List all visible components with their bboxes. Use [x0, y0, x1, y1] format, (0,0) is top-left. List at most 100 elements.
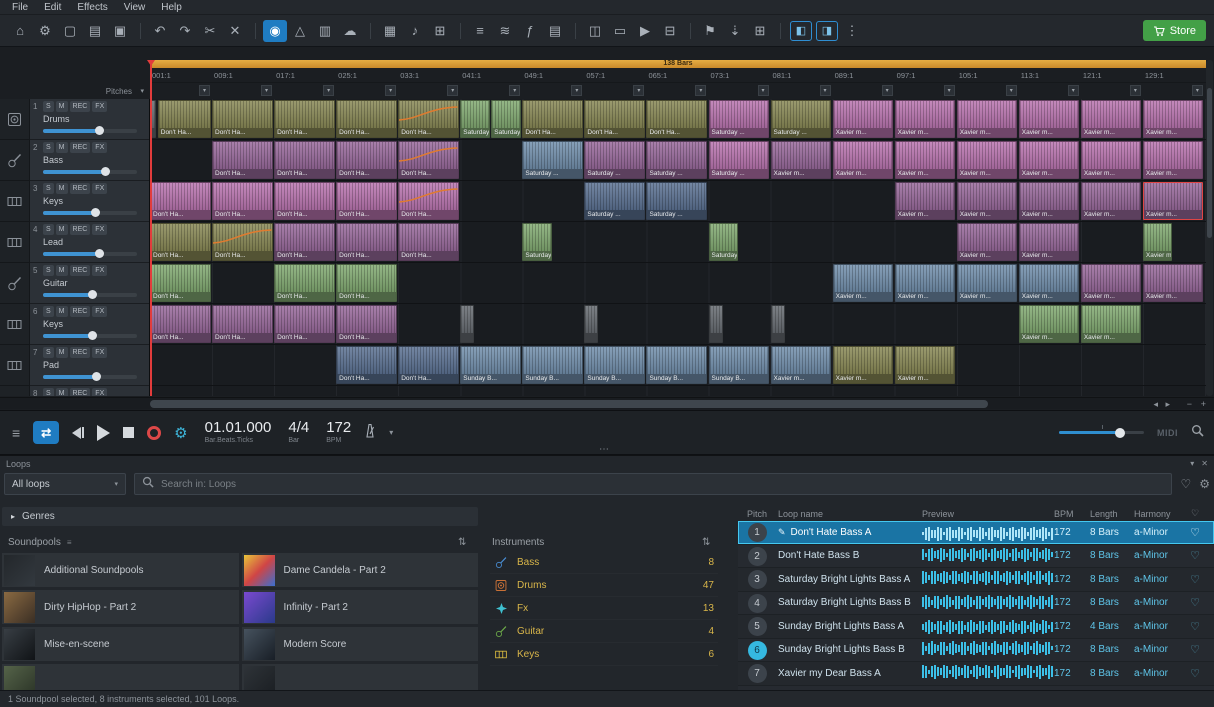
- timeline-lanes[interactable]: Don't Ha...Don't Ha...Don't Ha...Don't H…: [150, 99, 1206, 396]
- track-rec-button[interactable]: REC: [70, 265, 91, 276]
- volume-thumb[interactable]: [95, 249, 104, 258]
- redo-icon[interactable]: ↷: [173, 20, 197, 42]
- track-m-button[interactable]: M: [56, 101, 68, 112]
- track-volume-slider[interactable]: [43, 334, 137, 338]
- audio-clip[interactable]: Don't Ha...: [212, 141, 273, 179]
- play-button[interactable]: [97, 425, 110, 441]
- track-fx-button[interactable]: FX: [92, 224, 107, 235]
- effects-icon[interactable]: ƒ: [518, 20, 542, 42]
- track-s-button[interactable]: S: [43, 265, 54, 276]
- menu-item-help[interactable]: Help: [153, 2, 190, 13]
- audio-clip[interactable]: Xavier m...: [1081, 305, 1142, 343]
- audio-clip[interactable]: Xavier m...: [1081, 100, 1142, 138]
- track-rec-button[interactable]: REC: [70, 142, 91, 153]
- soundpool-item[interactable]: Mise-en-scene: [2, 627, 239, 661]
- audio-clip[interactable]: Don't Ha...: [336, 305, 397, 343]
- audio-clip[interactable]: Don't Ha...: [336, 264, 397, 302]
- search-icon[interactable]: [1191, 424, 1204, 442]
- video-monitor-icon[interactable]: ▶: [633, 20, 657, 42]
- audio-clip[interactable]: Xavier m...: [833, 100, 894, 138]
- pitch-circle[interactable]: 2: [748, 547, 767, 566]
- loops-search-box[interactable]: [134, 473, 1172, 495]
- audio-clip[interactable]: Xavier m...: [895, 141, 956, 179]
- download-icon[interactable]: ⇣: [723, 20, 747, 42]
- track-volume-slider[interactable]: [43, 293, 137, 297]
- pitch-circle[interactable]: 3: [748, 570, 767, 589]
- clip-variation-dropdown[interactable]: ▾: [199, 85, 210, 96]
- track-icon-guitar[interactable]: [0, 263, 29, 304]
- track-fx-button[interactable]: FX: [92, 347, 107, 358]
- menu-item-file[interactable]: File: [4, 2, 36, 13]
- audio-clip[interactable]: Xavier m...: [1019, 223, 1080, 261]
- track-m-button[interactable]: M: [56, 142, 68, 153]
- audio-clip[interactable]: Saturday ...: [646, 182, 707, 220]
- clip-variation-dropdown[interactable]: ▾: [385, 85, 396, 96]
- track-lane[interactable]: Don't Ha...Don't Ha...Don't Ha...Don't H…: [150, 222, 1206, 263]
- audio-clip[interactable]: Don't Ha...: [584, 100, 645, 138]
- audio-clip[interactable]: Sunday B...: [584, 346, 645, 384]
- audio-clip[interactable]: Don't Ha...: [274, 305, 335, 343]
- track-volume-slider[interactable]: [43, 375, 137, 379]
- track-header[interactable]: 6SMRECFXKeys: [30, 304, 149, 345]
- track-s-button[interactable]: S: [43, 388, 54, 396]
- track-m-button[interactable]: M: [56, 388, 68, 396]
- track-s-button[interactable]: S: [43, 183, 54, 194]
- audio-clip[interactable]: Don't Ha...: [398, 100, 459, 138]
- audio-clip[interactable]: Saturday ...: [709, 100, 770, 138]
- clip-variation-dropdown[interactable]: ▾: [633, 85, 644, 96]
- clip-variation-dropdown[interactable]: ▾: [1192, 85, 1203, 96]
- track-icon-guitar[interactable]: [0, 140, 29, 181]
- audio-clip[interactable]: Xavier m...: [771, 346, 832, 384]
- track-fx-button[interactable]: FX: [92, 306, 107, 317]
- audio-clip[interactable]: Don't Ha...: [212, 182, 273, 220]
- audio-clip[interactable]: Saturday ...: [584, 141, 645, 179]
- loop-row[interactable]: 6Sunday Bright Lights Bass B1728 Barsa-M…: [738, 639, 1214, 663]
- audio-clip[interactable]: Don't Ha...: [336, 223, 397, 261]
- audio-clip[interactable]: Xavier m...: [1019, 305, 1080, 343]
- loops-filter-dropdown[interactable]: All loops ▾: [4, 473, 126, 495]
- track-lane[interactable]: Don't Ha...Don't Ha...Sunday B...Sunday …: [150, 345, 1206, 386]
- favorite-heart-icon[interactable]: ♡: [1184, 620, 1206, 633]
- track-fx-button[interactable]: FX: [92, 388, 107, 396]
- track-lane[interactable]: Don't Ha...Don't Ha...Don't Ha...Xavier …: [150, 263, 1206, 304]
- favorite-heart-icon[interactable]: ♡: [1184, 596, 1206, 609]
- track-m-button[interactable]: M: [56, 306, 68, 317]
- track-header[interactable]: 3SMRECFXKeys: [30, 181, 149, 222]
- filter-tracks-icon[interactable]: ⚑: [698, 20, 722, 42]
- audio-clip[interactable]: Xavier m...: [895, 346, 956, 384]
- audio-clip[interactable]: Xavier m...: [1019, 100, 1080, 138]
- audio-clip[interactable]: Saturday ...: [460, 100, 490, 138]
- audio-clip[interactable]: Don't Ha...: [398, 141, 459, 179]
- loop-row[interactable]: 5Sunday Bright Lights Bass A1724 Barsa-M…: [738, 615, 1214, 639]
- clip-variation-dropdown[interactable]: ▾: [447, 85, 458, 96]
- record-button[interactable]: [147, 426, 161, 440]
- favorite-heart-icon[interactable]: ♡: [1184, 549, 1206, 562]
- audio-clip[interactable]: Don't Ha...: [274, 182, 335, 220]
- audio-clip[interactable]: Xavier m...: [1143, 100, 1204, 138]
- track-header[interactable]: 1SMRECFXDrums: [30, 99, 149, 140]
- audio-clip[interactable]: [460, 305, 474, 343]
- clip-variation-dropdown[interactable]: ▾: [882, 85, 893, 96]
- audio-clip[interactable]: Saturday ...: [709, 223, 739, 261]
- menu-item-view[interactable]: View: [116, 2, 154, 13]
- track-rec-button[interactable]: REC: [70, 183, 91, 194]
- audio-clip[interactable]: Don't Ha...: [336, 182, 397, 220]
- menu-item-edit[interactable]: Edit: [36, 2, 69, 13]
- audio-clip[interactable]: Don't Ha...: [274, 100, 335, 138]
- screen-split-icon[interactable]: ◫: [583, 20, 607, 42]
- audio-clip[interactable]: Xavier m...: [895, 182, 956, 220]
- track-volume-slider[interactable]: [43, 252, 137, 256]
- track-fx-button[interactable]: FX: [92, 265, 107, 276]
- track-lane[interactable]: Don't Ha...Don't Ha...Don't Ha...Don't H…: [150, 140, 1206, 181]
- volume-thumb[interactable]: [101, 167, 110, 176]
- clip-variation-dropdown[interactable]: ▾: [323, 85, 334, 96]
- menu-item-effects[interactable]: Effects: [69, 2, 115, 13]
- mixer-icon[interactable]: ≡: [468, 20, 492, 42]
- clip-variation-dropdown[interactable]: ▾: [261, 85, 272, 96]
- track-rec-button[interactable]: REC: [70, 224, 91, 235]
- track-icon-keys[interactable]: [0, 222, 29, 263]
- delete-icon[interactable]: ✕: [223, 20, 247, 42]
- settings-icon[interactable]: ⚙: [33, 20, 57, 42]
- home-icon[interactable]: ⌂: [8, 20, 32, 42]
- audio-clip[interactable]: Xavier m...: [1081, 182, 1142, 220]
